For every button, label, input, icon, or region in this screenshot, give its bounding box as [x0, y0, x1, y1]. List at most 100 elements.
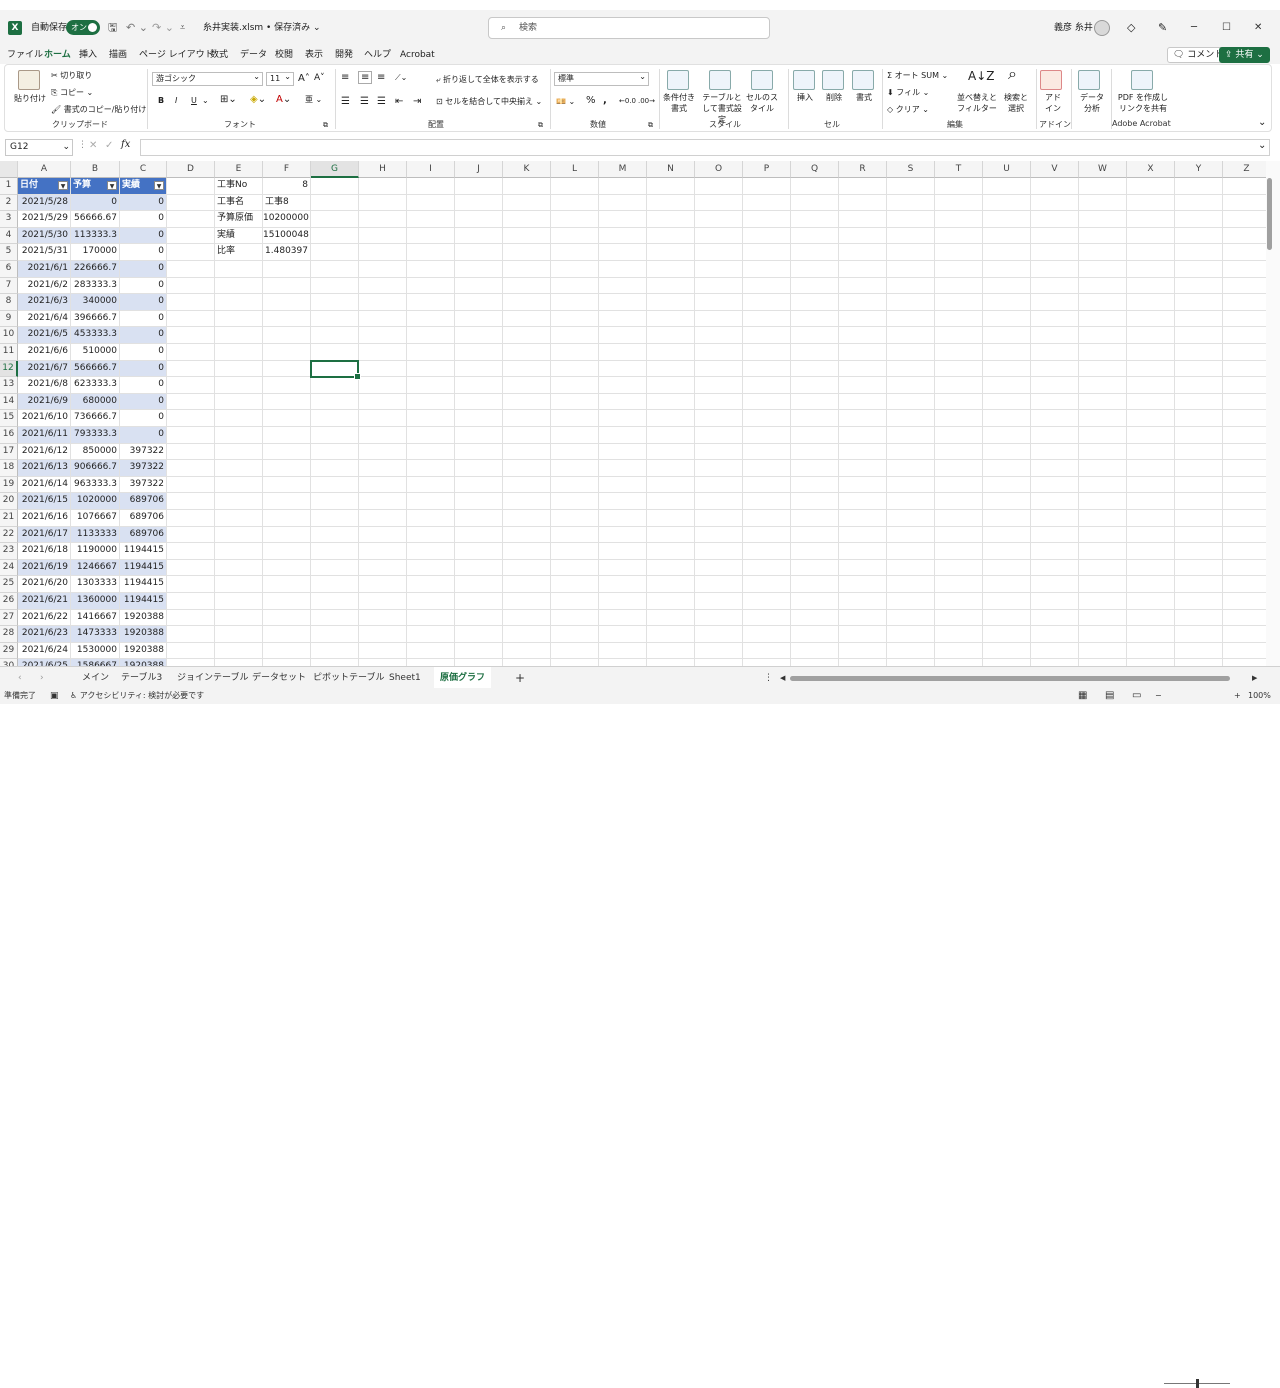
grid-cell[interactable] — [167, 543, 215, 560]
grid-cell[interactable] — [359, 294, 407, 311]
grid-cell[interactable] — [647, 327, 695, 344]
grid-cell[interactable] — [311, 327, 359, 344]
grid-cell[interactable] — [1127, 593, 1175, 610]
grid-cell[interactable] — [455, 543, 503, 560]
worksheet-grid[interactable]: A B C D E F G H I J K L M N O P Q R S T U V W X Y Z 1 2 3 4 5 6 7 8 9 10 11 1… — [0, 161, 1266, 666]
grid-cell[interactable] — [1223, 460, 1266, 477]
grid-cell[interactable] — [983, 476, 1031, 494]
grid-cell[interactable] — [1223, 195, 1266, 212]
insert-cells-button[interactable]: 挿入 — [797, 92, 813, 103]
grid-cell[interactable] — [839, 559, 887, 577]
grid-cell[interactable] — [1127, 377, 1175, 394]
zoom-slider-thumb[interactable] — [1196, 1379, 1199, 1388]
grid-cell[interactable] — [935, 593, 983, 610]
page-layout-view-icon[interactable]: ▤ — [1105, 688, 1114, 704]
grid-cell[interactable] — [455, 277, 503, 295]
grid-cell[interactable] — [599, 310, 647, 328]
grid-cell[interactable] — [311, 659, 359, 666]
grid-cell[interactable] — [455, 559, 503, 577]
table-cell[interactable]: 1303333 — [71, 576, 120, 593]
add-sheet-button[interactable]: + — [515, 667, 525, 689]
grid-cell[interactable] — [887, 194, 935, 212]
grid-cell[interactable] — [791, 211, 839, 228]
grid-cell[interactable] — [503, 344, 551, 361]
table-cell[interactable]: 2021/5/29 — [18, 211, 71, 228]
grid-cell[interactable] — [407, 626, 455, 643]
grid-cell[interactable] — [983, 526, 1031, 544]
grid-cell[interactable] — [1223, 576, 1266, 593]
grid-cell[interactable] — [1127, 261, 1175, 278]
grid-cell[interactable] — [839, 443, 887, 461]
sheet-tab-main[interactable]: メイン — [82, 667, 109, 689]
grid-cell[interactable] — [1223, 593, 1266, 610]
grid-cell[interactable] — [887, 443, 935, 461]
column-header[interactable]: H — [359, 161, 407, 178]
grid-cell[interactable] — [407, 294, 455, 311]
grid-cell[interactable] — [503, 642, 551, 660]
grid-cell[interactable] — [311, 626, 359, 643]
grid-cell[interactable] — [695, 659, 743, 666]
grid-cell[interactable] — [983, 360, 1031, 378]
table-cell[interactable]: 2021/6/4 — [18, 310, 71, 328]
grid-cell[interactable] — [1127, 360, 1175, 378]
row-header[interactable]: 22 — [0, 526, 18, 544]
grid-cell[interactable] — [743, 277, 791, 295]
grid-cell[interactable] — [311, 393, 359, 411]
cell-styles-button[interactable]: セルのスタイル — [746, 92, 778, 114]
grid-cell[interactable] — [791, 659, 839, 666]
table-cell[interactable]: 2021/6/23 — [18, 626, 71, 643]
grid-cell[interactable] — [455, 626, 503, 643]
grid-cell[interactable] — [791, 559, 839, 577]
grid-cell[interactable] — [1031, 327, 1079, 344]
grid-cell[interactable] — [311, 609, 359, 627]
grid-cell[interactable] — [791, 261, 839, 278]
grid-cell[interactable] — [1175, 593, 1223, 610]
grid-cell[interactable] — [551, 178, 599, 195]
grid-cell[interactable] — [887, 344, 935, 361]
grid-cell[interactable] — [839, 609, 887, 627]
grid-cell[interactable] — [791, 443, 839, 461]
grid-cell[interactable] — [503, 410, 551, 427]
grid-cell[interactable] — [1079, 194, 1127, 212]
grid-cell[interactable] — [695, 327, 743, 344]
grid-cell[interactable] — [599, 277, 647, 295]
grid-cell[interactable] — [311, 559, 359, 577]
row-header[interactable]: 12 — [0, 360, 18, 378]
grid-cell[interactable] — [1175, 543, 1223, 560]
table-cell[interactable]: 1360000 — [71, 593, 120, 610]
grid-cell[interactable] — [1175, 360, 1223, 378]
grid-cell[interactable] — [551, 593, 599, 610]
grid-cell[interactable] — [935, 493, 983, 510]
grid-cell[interactable] — [887, 593, 935, 610]
grid-cell[interactable] — [359, 244, 407, 261]
grid-cell[interactable] — [1175, 344, 1223, 361]
grid-cell[interactable] — [647, 543, 695, 560]
grid-cell[interactable] — [167, 510, 215, 527]
grid-cell[interactable] — [407, 642, 455, 660]
grid-cell[interactable] — [167, 261, 215, 278]
table-cell[interactable]: 1416667 — [71, 609, 120, 627]
grid-cell[interactable] — [263, 310, 311, 328]
grid-cell[interactable] — [983, 377, 1031, 394]
table-cell[interactable]: 689706 — [120, 526, 167, 544]
grid-cell[interactable] — [599, 476, 647, 494]
grid-cell[interactable] — [1079, 327, 1127, 344]
grid-cell[interactable] — [839, 227, 887, 245]
grid-cell[interactable] — [503, 327, 551, 344]
grid-cell[interactable] — [167, 659, 215, 666]
grid-cell[interactable] — [407, 360, 455, 378]
grid-cell[interactable] — [791, 327, 839, 344]
grid-cell[interactable] — [887, 460, 935, 477]
grid-cell[interactable] — [551, 310, 599, 328]
grid-cell[interactable] — [839, 344, 887, 361]
table-cell[interactable]: 2021/6/1 — [18, 261, 71, 278]
grid-cell[interactable] — [983, 593, 1031, 610]
grid-cell[interactable] — [599, 427, 647, 444]
zoom-out-icon[interactable]: − — [1155, 688, 1162, 704]
table-cell[interactable]: 0 — [120, 277, 167, 295]
table-cell[interactable]: 1530000 — [71, 642, 120, 660]
grid-cell[interactable] — [1127, 576, 1175, 593]
grid-cell[interactable] — [359, 642, 407, 660]
grid-cell[interactable] — [167, 427, 215, 444]
grid-cell[interactable] — [359, 277, 407, 295]
